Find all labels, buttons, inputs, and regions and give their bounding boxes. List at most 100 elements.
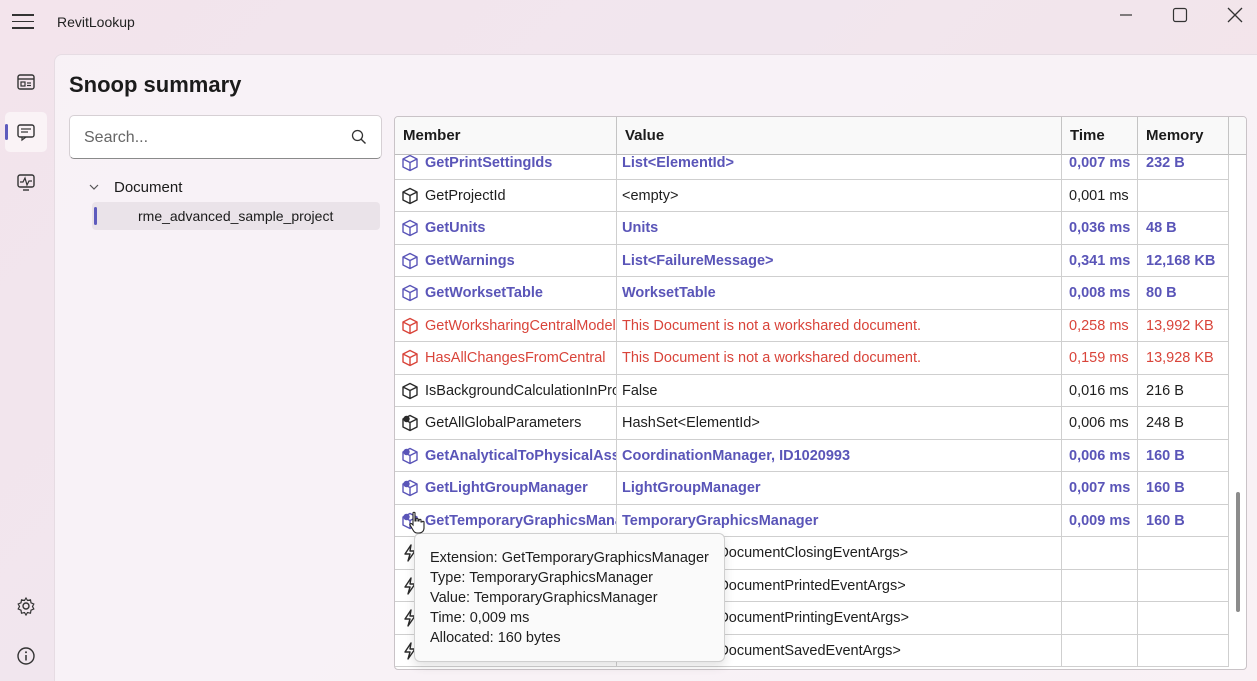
tree-item-project[interactable]: rme_advanced_sample_project (92, 202, 380, 230)
member-cell: HasAllChangesFromCentral (395, 342, 617, 374)
time-cell: 0,007 ms (1062, 155, 1138, 179)
tooltip-line: Type: TemporaryGraphicsManager (430, 570, 653, 586)
table-row[interactable]: GetLightGroupManager LightGroupManager 0,0… (395, 472, 1229, 505)
nav-dashboard[interactable] (5, 62, 47, 102)
maximize-button[interactable] (1152, 0, 1208, 30)
tree-item-label: Document (114, 178, 183, 196)
table-row[interactable]: GetUnits Units 0,036 ms 48 B (395, 212, 1229, 245)
member-cell: GetUnits (395, 212, 617, 244)
mouse-pointer-icon (409, 511, 425, 534)
value-cell: List<FailureMessage> (617, 244, 1062, 277)
tooltip-line: Extension: GetTemporaryGraphicsManager (430, 550, 709, 566)
table-row[interactable]: HasAllChangesFromCentral This Document is… (395, 342, 1229, 375)
nav-snoop-summary[interactable] (5, 112, 47, 152)
table-row[interactable]: GetProjectId <empty> 0,001 ms (395, 179, 1229, 212)
dashboard-icon (17, 74, 35, 90)
value-cell: This Document is not a workshared docume… (617, 342, 1062, 374)
table-row[interactable]: GetPrintSettingIds List<ElementId> 0,007 m… (395, 155, 1229, 180)
time-cell: 0,008 ms (1062, 277, 1138, 309)
value-cell: <empty> (617, 179, 1062, 212)
table-row[interactable]: GetAnalyticalToPhysicalAssociationManage… (395, 439, 1229, 472)
tree-item-label: rme_advanced_sample_project (138, 208, 334, 224)
value-cell: Units (617, 212, 1062, 244)
tooltip-line: Allocated: 160 bytes (430, 630, 561, 646)
table-row[interactable]: GetWorksharingCentralModelPathThis Docum… (395, 309, 1229, 342)
time-cell (1062, 602, 1138, 634)
value-cell: CoordinationManager, ID1020993 (617, 439, 1062, 472)
memory-cell (1138, 634, 1229, 667)
memory-cell: 160 B (1138, 439, 1229, 472)
member-cell: GetAnalyticalToPhysicalAssociationManage… (395, 439, 617, 472)
close-icon (1227, 7, 1243, 23)
navigation-rail (0, 48, 54, 681)
memory-cell (1138, 537, 1229, 569)
memory-cell: 160 B (1138, 472, 1229, 504)
close-button[interactable] (1207, 0, 1257, 30)
column-header-value[interactable]: Value (617, 117, 1062, 155)
memory-cell (1138, 602, 1229, 634)
column-header-member[interactable]: Member (395, 117, 617, 155)
time-cell: 0,009 ms (1062, 504, 1138, 537)
time-cell: 0,001 ms (1062, 179, 1138, 212)
settings-icon (17, 596, 35, 616)
value-cell: TemporaryGraphicsManager (617, 504, 1062, 537)
title-bar: RevitLookup (0, 0, 1257, 48)
member-tooltip: Extension: GetTemporaryGraphicsManager T… (414, 533, 725, 662)
memory-cell: 80 B (1138, 277, 1229, 309)
memory-cell (1138, 179, 1229, 212)
minimize-icon (1120, 14, 1132, 16)
nav-about[interactable] (5, 636, 47, 676)
time-cell (1062, 634, 1138, 667)
memory-cell: 48 B (1138, 212, 1229, 244)
minimize-button[interactable] (1098, 0, 1154, 30)
table-row[interactable]: GetWorksetTable WorksetTable 0,008 ms 80 B (395, 277, 1229, 310)
table-row[interactable]: GetWarnings List<FailureMessage> 0,341 ms 1… (395, 244, 1229, 277)
table-row[interactable]: IsBackgroundCalculationInProgressFalse0,… (395, 374, 1229, 407)
member-cell: GetPrintSettingIds (395, 155, 617, 179)
app-title: RevitLookup (57, 14, 135, 30)
member-cell: GetAllGlobalParameters (395, 407, 617, 439)
column-header-time[interactable]: Time (1062, 117, 1138, 155)
member-cell: GetWorksharingCentralModelPath (395, 309, 617, 342)
tooltip-line: Time: 0,009 ms (430, 610, 530, 626)
time-cell: 0,007 ms (1062, 472, 1138, 504)
table-row[interactable]: GetAllGlobalParameters HashSet<ElementId>… (395, 407, 1229, 440)
nav-events-monitor[interactable] (5, 162, 47, 202)
value-cell: HashSet<ElementId> (617, 407, 1062, 439)
chevron-down-icon[interactable] (84, 181, 104, 193)
value-cell: This Document is not a workshared docume… (617, 309, 1062, 342)
table-header: Member Value Time Memory (395, 117, 1246, 155)
hamburger-menu-icon[interactable] (12, 14, 34, 32)
value-cell: List<ElementId> (617, 155, 1062, 179)
nav-selection-indicator (5, 124, 8, 140)
search-icon[interactable] (351, 129, 367, 145)
memory-cell: 216 B (1138, 374, 1229, 407)
value-cell: False (617, 374, 1062, 407)
member-cell: GetLightGroupManager (395, 472, 617, 504)
column-header-memory[interactable]: Memory (1138, 117, 1229, 155)
search-box[interactable] (69, 115, 382, 159)
time-cell: 0,006 ms (1062, 439, 1138, 472)
nav-settings[interactable] (5, 586, 47, 626)
snoop-summary-icon (17, 124, 35, 142)
memory-cell (1138, 569, 1229, 602)
memory-cell: 160 B (1138, 504, 1229, 537)
search-input[interactable] (84, 125, 334, 151)
time-cell (1062, 569, 1138, 602)
time-cell: 0,258 ms (1062, 309, 1138, 342)
member-cell: IsBackgroundCalculationInProgress (395, 374, 617, 407)
memory-cell: 13,928 KB (1138, 342, 1229, 374)
info-icon (17, 647, 35, 665)
time-cell: 0,006 ms (1062, 407, 1138, 439)
tree-item-document[interactable]: Document (80, 176, 380, 198)
value-cell: WorksetTable (617, 277, 1062, 309)
memory-cell: 13,992 KB (1138, 309, 1229, 342)
tree-selection-indicator (94, 207, 97, 225)
table-scrollbar[interactable] (1236, 492, 1240, 612)
member-cell: GetWorksetTable (395, 277, 617, 309)
tooltip-line: Value: TemporaryGraphicsManager (430, 590, 658, 606)
time-cell: 0,016 ms (1062, 374, 1138, 407)
value-cell: LightGroupManager (617, 472, 1062, 504)
memory-cell: 12,168 KB (1138, 244, 1229, 277)
memory-cell: 232 B (1138, 155, 1229, 179)
